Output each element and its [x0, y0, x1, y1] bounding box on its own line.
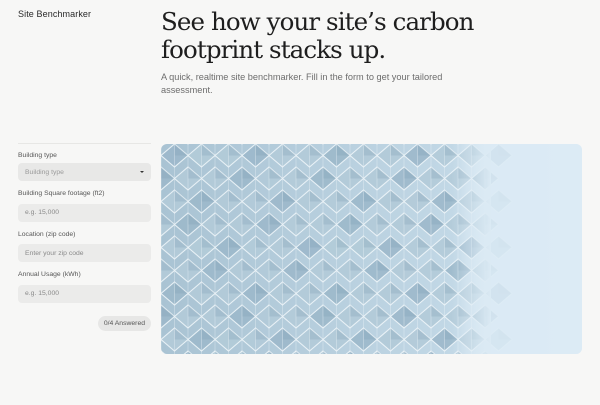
building-type-field: Building type Building type	[18, 152, 151, 181]
annual-usage-input[interactable]	[18, 284, 151, 303]
chevron-down-icon	[140, 171, 144, 173]
annual-usage-field: Annual Usage (kWh)	[18, 271, 151, 303]
location-field: Location (zip code)	[18, 230, 151, 262]
progress-row: 0/4 Answered	[18, 315, 151, 331]
building-type-select[interactable]: Building type	[18, 163, 151, 181]
square-footage-input[interactable]	[18, 203, 151, 222]
location-label: Location (zip code)	[18, 230, 76, 238]
hero-image	[161, 144, 582, 354]
benchmark-form: Building type Building type Building Squ…	[18, 152, 151, 331]
page-subtitle: A quick, realtime site benchmarker. Fill…	[161, 72, 443, 95]
zip-code-input[interactable]	[18, 244, 151, 262]
annual-usage-label: Annual Usage (kWh)	[18, 271, 81, 278]
brand-name: Site Benchmarker	[18, 9, 92, 19]
form-divider	[18, 143, 151, 144]
building-facade-illustration	[161, 144, 582, 354]
building-type-label: Building type	[18, 152, 57, 159]
square-footage-label: Building Square footage (ft2)	[18, 190, 105, 197]
building-type-placeholder: Building type	[25, 168, 64, 176]
page-headline: See how your site’s carbon footprint sta…	[161, 7, 474, 64]
square-footage-field: Building Square footage (ft2)	[18, 190, 151, 222]
answered-count-badge: 0/4 Answered	[97, 315, 151, 331]
